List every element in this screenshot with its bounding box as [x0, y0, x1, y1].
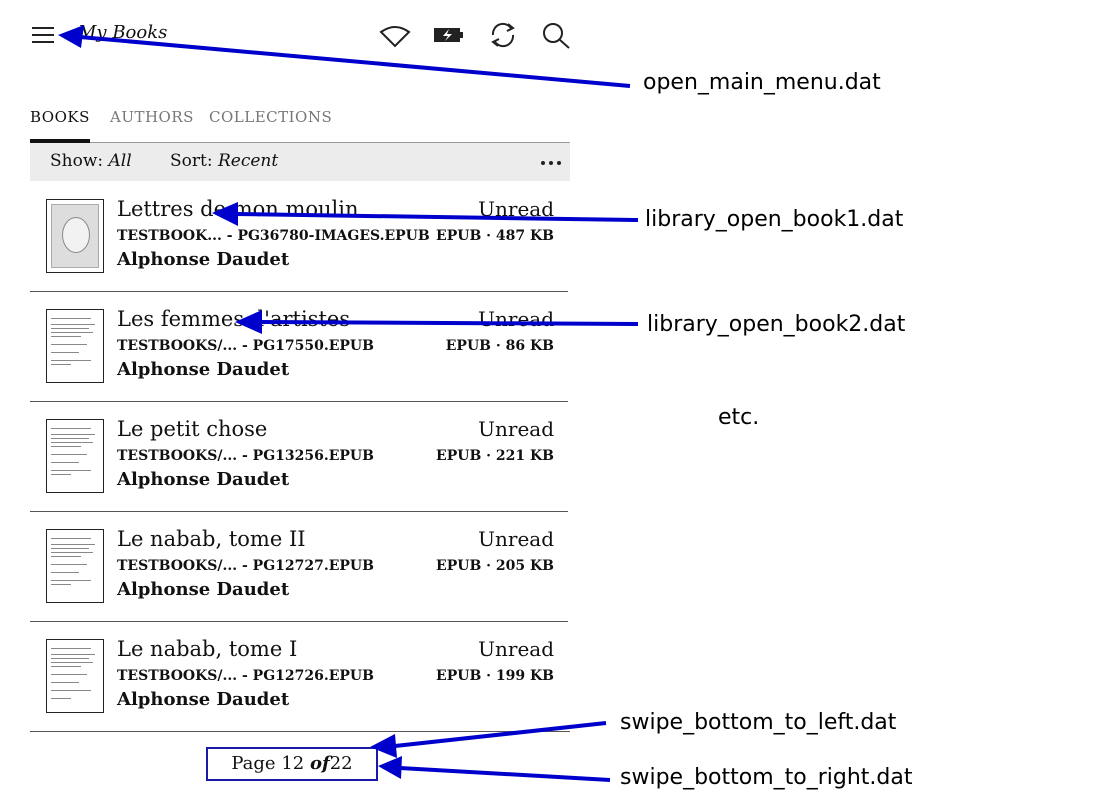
book-title: Le nabab, tome II [117, 527, 306, 551]
book-cover [46, 419, 104, 493]
page-total: 22 [329, 753, 353, 774]
search-icon[interactable] [540, 20, 572, 50]
page-current: 12 [281, 753, 305, 774]
page-of: of [309, 753, 330, 774]
book-status: Unread [478, 637, 554, 661]
book-author: Alphonse Daudet [117, 249, 290, 270]
show-filter[interactable]: Show: All [50, 151, 132, 171]
book-meta: EPUB · 205 KB [436, 558, 554, 574]
sync-icon[interactable] [487, 20, 519, 50]
book-status: Unread [478, 417, 554, 441]
book-status: Unread [478, 527, 554, 551]
book-row[interactable]: Les femmes d'artistes TESTBOOKS/... - PG… [30, 291, 568, 402]
battery-charging-icon[interactable] [432, 20, 464, 50]
annotation-open-main-menu: open_main_menu.dat [643, 70, 881, 95]
book-path: TESTBOOKS/... - PG17550.EPUB [117, 338, 374, 354]
annotation-etc: etc. [718, 405, 760, 430]
tab-collections[interactable]: COLLECTIONS [209, 108, 332, 126]
more-options-icon[interactable] [540, 153, 562, 171]
filter-bar: Show: All Sort: Recent [30, 143, 570, 181]
book-title: Le nabab, tome I [117, 637, 298, 661]
book-cover [46, 199, 104, 273]
book-path: TESTBOOKS/... - PG13256.EPUB [117, 448, 374, 464]
book-cover [46, 309, 104, 383]
book-meta: EPUB · 86 KB [445, 338, 554, 354]
book-path: TESTBOOK... - PG36780-IMAGES.EPUB [117, 228, 430, 244]
book-cover [46, 639, 104, 713]
book-row[interactable]: Le nabab, tome II TESTBOOKS/... - PG1272… [30, 511, 568, 622]
book-cover [46, 529, 104, 603]
book-meta: EPUB · 487 KB [436, 228, 554, 244]
sort-value: Recent [217, 151, 279, 171]
book-path: TESTBOOKS/... - PG12727.EPUB [117, 558, 374, 574]
show-value: All [108, 151, 132, 171]
book-row[interactable]: Lettres de mon moulin TESTBOOK... - PG36… [30, 181, 568, 292]
page-prefix: Page [231, 753, 276, 774]
show-label: Show: [50, 151, 104, 171]
book-path: TESTBOOKS/... - PG12726.EPUB [117, 668, 374, 684]
list-bottom-divider [30, 731, 570, 732]
book-row[interactable]: Le nabab, tome I TESTBOOKS/... - PG12726… [30, 621, 568, 731]
book-author: Alphonse Daudet [117, 579, 290, 600]
annotation-swipe-right: swipe_bottom_to_right.dat [620, 765, 913, 790]
book-meta: EPUB · 199 KB [436, 668, 554, 684]
book-author: Alphonse Daudet [117, 359, 290, 380]
wifi-icon[interactable] [379, 20, 411, 50]
book-status: Unread [478, 197, 554, 221]
sort-label: Sort: [170, 151, 213, 171]
book-title: Lettres de mon moulin [117, 197, 359, 221]
book-author: Alphonse Daudet [117, 469, 290, 490]
annotation-open-book1: library_open_book1.dat [645, 207, 904, 232]
annotation-open-book2: library_open_book2.dat [647, 312, 906, 337]
sort-filter[interactable]: Sort: Recent [170, 151, 278, 171]
book-title: Les femmes d'artistes [117, 307, 351, 331]
page-indicator[interactable]: Page 12 of22 [206, 747, 378, 781]
book-author: Alphonse Daudet [117, 689, 290, 710]
menu-icon[interactable] [30, 24, 56, 46]
page-title: My Books [78, 22, 168, 43]
tab-books[interactable]: BOOKS [30, 108, 90, 126]
tab-authors[interactable]: AUTHORS [110, 108, 194, 126]
book-title: Le petit chose [117, 417, 268, 441]
book-meta: EPUB · 221 KB [436, 448, 554, 464]
annotation-swipe-left: swipe_bottom_to_left.dat [620, 710, 897, 735]
book-status: Unread [478, 307, 554, 331]
book-row[interactable]: Le petit chose TESTBOOKS/... - PG13256.E… [30, 401, 568, 512]
